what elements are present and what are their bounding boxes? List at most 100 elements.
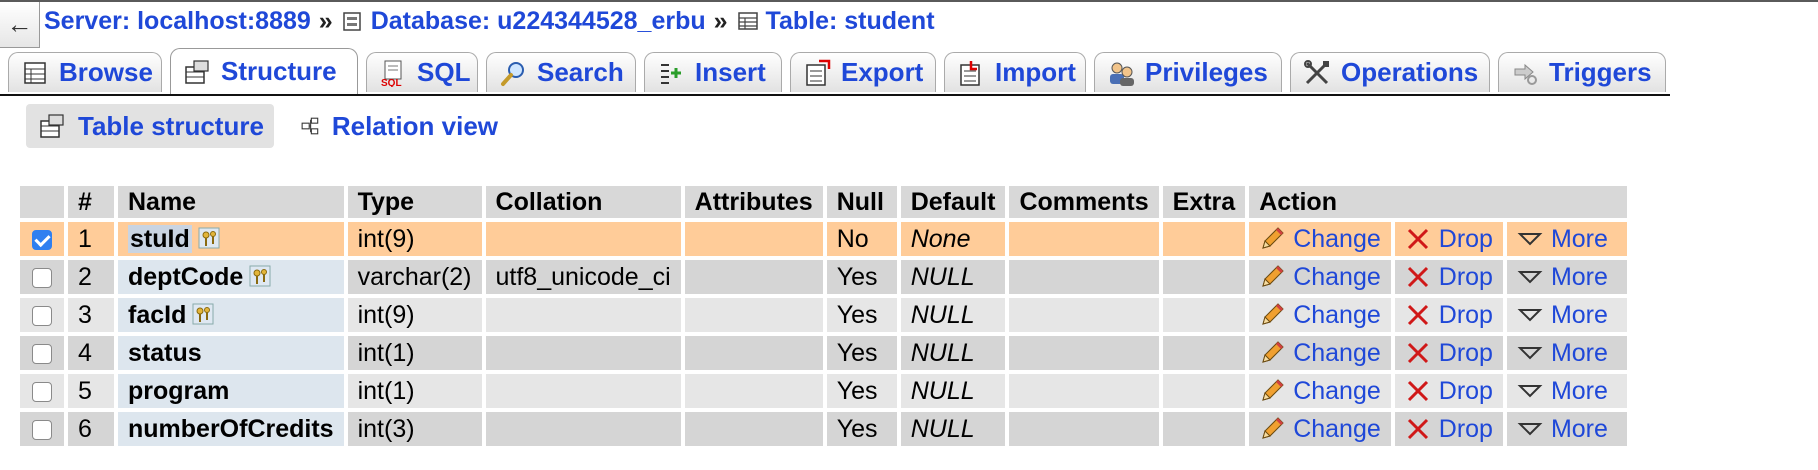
- field-attributes: [684, 222, 823, 256]
- pencil-icon: [1262, 265, 1284, 287]
- tab-structure[interactable]: Structure: [170, 48, 358, 94]
- header-type[interactable]: Type: [347, 186, 482, 218]
- table-body: 1 stuId int(9) No None Change Drop More 2 deptCod…: [20, 222, 1627, 446]
- back-arrow-icon: ←: [6, 9, 33, 39]
- field-name[interactable]: stuId: [128, 224, 192, 253]
- row-checkbox[interactable]: [32, 267, 52, 288]
- change-label: Change: [1293, 262, 1381, 291]
- change-button[interactable]: Change: [1259, 225, 1381, 254]
- header-number[interactable]: #: [68, 186, 114, 218]
- more-button[interactable]: More: [1517, 339, 1617, 368]
- header-extra[interactable]: Extra: [1162, 186, 1246, 218]
- row-checkbox-cell: [20, 298, 64, 332]
- tab-import[interactable]: Import: [944, 52, 1086, 92]
- breadcrumb-table-label[interactable]: Table: student: [766, 7, 935, 36]
- change-button[interactable]: Change: [1259, 263, 1381, 292]
- drop-button[interactable]: Drop: [1405, 301, 1493, 330]
- more-button[interactable]: More: [1517, 415, 1617, 444]
- tab-triggers[interactable]: Triggers: [1498, 52, 1666, 92]
- more-button[interactable]: More: [1517, 225, 1617, 254]
- breadcrumb-database[interactable]: Database: u224344528_erbu: [341, 7, 706, 36]
- tab-browse[interactable]: Browse: [8, 52, 162, 92]
- row-checkbox-cell: [20, 260, 64, 294]
- back-button[interactable]: ←: [0, 2, 40, 48]
- more-cell: More: [1506, 336, 1627, 370]
- header-default[interactable]: Default: [900, 186, 1006, 218]
- more-cell: More: [1506, 298, 1627, 332]
- field-name-cell: stuId: [118, 222, 344, 256]
- tab-triggers-label: Triggers: [1549, 57, 1652, 87]
- field-default: NULL: [900, 412, 1006, 446]
- change-cell: Change: [1249, 374, 1391, 408]
- drop-button[interactable]: Drop: [1405, 225, 1493, 254]
- tab-insert[interactable]: Insert: [644, 52, 782, 92]
- change-cell: Change: [1249, 298, 1391, 332]
- header-comments[interactable]: Comments: [1009, 186, 1159, 218]
- caret-down-icon: [1517, 385, 1543, 398]
- table-row[interactable]: 5 program int(1) Yes NULL Change Drop More: [20, 374, 1627, 408]
- row-checkbox[interactable]: [32, 305, 52, 326]
- field-name[interactable]: status: [128, 339, 202, 367]
- field-type: int(9): [347, 298, 482, 332]
- drop-x-icon: [1407, 228, 1428, 250]
- change-button[interactable]: Change: [1259, 301, 1381, 330]
- drop-button[interactable]: Drop: [1405, 377, 1493, 406]
- drop-button[interactable]: Drop: [1405, 339, 1493, 368]
- tab-sql[interactable]: SQL SQL: [366, 52, 478, 92]
- breadcrumb-server[interactable]: Server: localhost:8889: [44, 7, 311, 36]
- change-button[interactable]: Change: [1259, 415, 1381, 444]
- row-checkbox[interactable]: [32, 343, 52, 364]
- tab-browse-label: Browse: [59, 57, 153, 87]
- tab-export-label: Export: [841, 57, 924, 87]
- header-null[interactable]: Null: [826, 186, 897, 218]
- header-name[interactable]: Name: [118, 186, 344, 218]
- change-button[interactable]: Change: [1259, 339, 1381, 368]
- field-name[interactable]: deptCode: [128, 263, 243, 291]
- more-button[interactable]: More: [1517, 263, 1617, 292]
- change-button[interactable]: Change: [1259, 377, 1381, 406]
- tab-search[interactable]: Search: [486, 52, 636, 92]
- row-checkbox[interactable]: [32, 381, 52, 402]
- tab-privileges[interactable]: Privileges: [1094, 52, 1282, 92]
- header-attributes[interactable]: Attributes: [684, 186, 823, 218]
- structure-icon: [185, 59, 209, 84]
- header-collation[interactable]: Collation: [485, 186, 681, 218]
- table-row[interactable]: 4 status int(1) Yes NULL Change Drop More: [20, 336, 1627, 370]
- field-name-cell: deptCode: [118, 260, 344, 294]
- field-attributes: [684, 336, 823, 370]
- table-row[interactable]: 2 deptCode varchar(2) utf8_unicode_ci Yes NUL…: [20, 260, 1627, 294]
- tab-sql-label: SQL: [417, 57, 471, 87]
- breadcrumb-table[interactable]: Table: student: [736, 7, 935, 36]
- top-bar: ← Server: localhost:8889 » Database: u22…: [0, 0, 1818, 48]
- field-name[interactable]: facId: [128, 301, 186, 329]
- index-key-icon: [249, 265, 271, 286]
- change-label: Change: [1293, 338, 1381, 367]
- breadcrumb-server-label[interactable]: Server: localhost:8889: [44, 7, 311, 36]
- tab-operations[interactable]: Operations: [1290, 52, 1490, 92]
- row-number: 3: [68, 298, 114, 332]
- drop-button[interactable]: Drop: [1405, 263, 1493, 292]
- more-button[interactable]: More: [1517, 301, 1617, 330]
- field-name[interactable]: numberOfCredits: [128, 415, 334, 443]
- drop-cell: Drop: [1394, 260, 1503, 294]
- drop-cell: Drop: [1394, 412, 1503, 446]
- field-collation: [485, 222, 681, 256]
- tab-export[interactable]: Export: [790, 52, 936, 92]
- more-button[interactable]: More: [1517, 377, 1617, 406]
- subtab-table-structure[interactable]: Table structure: [26, 104, 274, 148]
- drop-label: Drop: [1438, 224, 1493, 253]
- row-number: 5: [68, 374, 114, 408]
- drop-button[interactable]: Drop: [1405, 415, 1493, 444]
- row-number: 6: [68, 412, 114, 446]
- row-number: 1: [68, 222, 114, 256]
- table-row[interactable]: 3 facId int(9) Yes NULL Change Drop More: [20, 298, 1627, 332]
- pencil-icon: [1262, 303, 1284, 325]
- row-checkbox[interactable]: [32, 419, 52, 440]
- breadcrumb-database-label[interactable]: Database: u224344528_erbu: [371, 7, 706, 36]
- table-row[interactable]: 6 numberOfCredits int(3) Yes NULL Change Drop M…: [20, 412, 1627, 446]
- row-checkbox[interactable]: [32, 229, 52, 250]
- tab-privileges-label: Privileges: [1145, 57, 1268, 87]
- table-row[interactable]: 1 stuId int(9) No None Change Drop More: [20, 222, 1627, 256]
- subtab-relation-view[interactable]: Relation view: [288, 104, 506, 148]
- field-name[interactable]: program: [128, 377, 229, 405]
